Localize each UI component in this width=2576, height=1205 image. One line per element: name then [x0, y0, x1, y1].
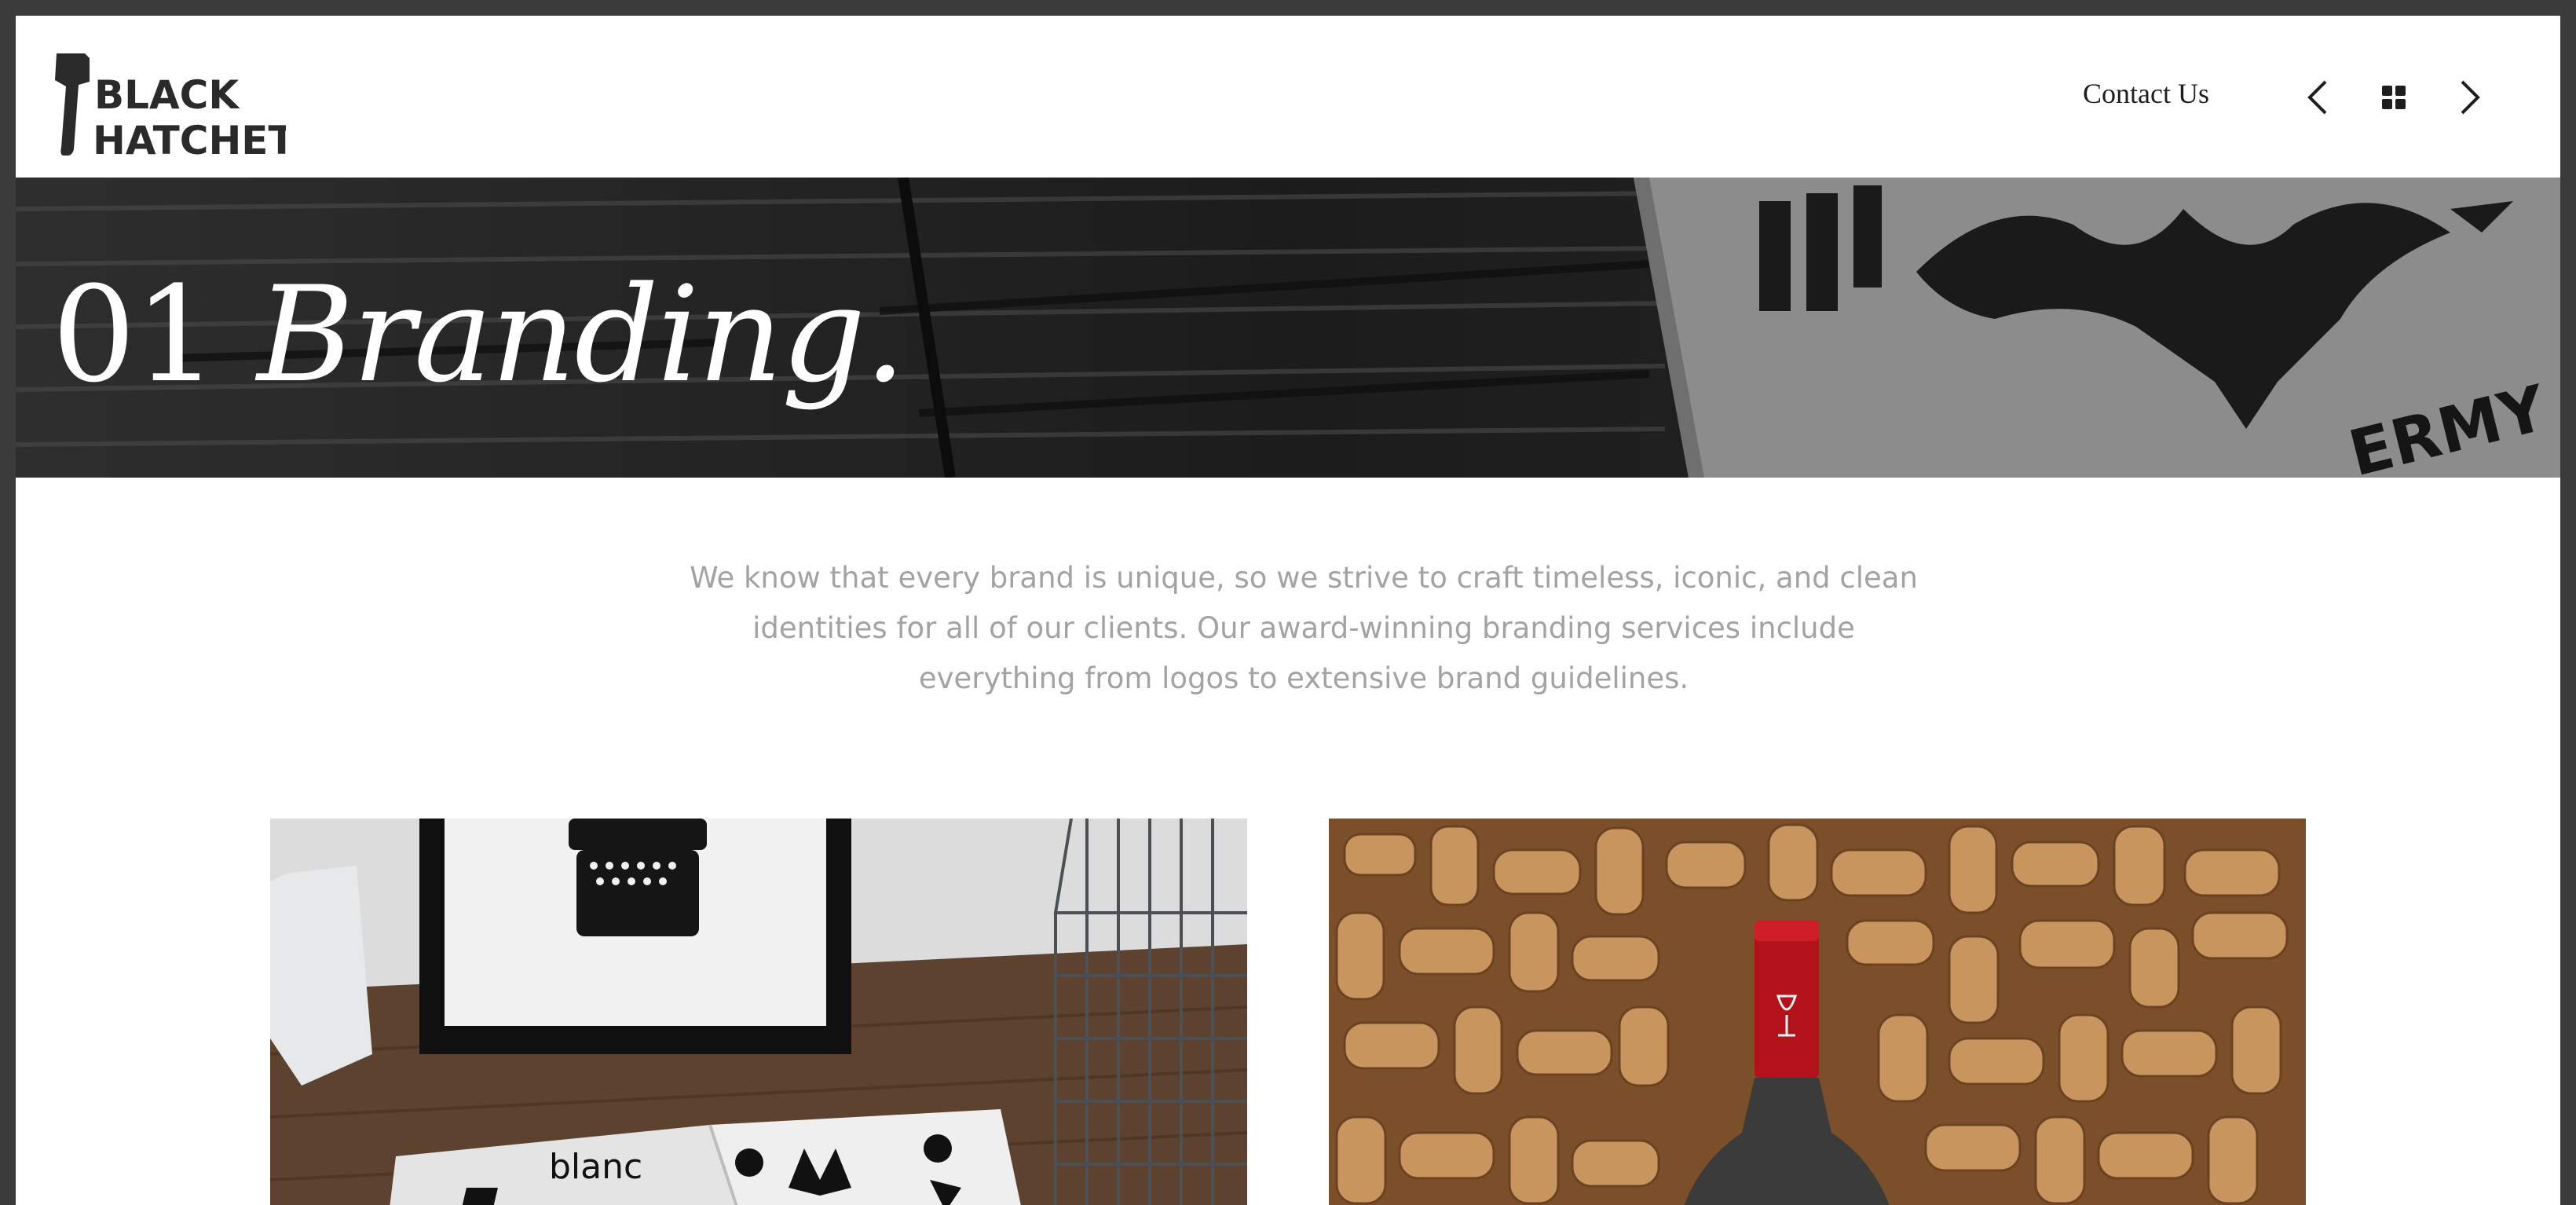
section-title: Branding. — [257, 258, 906, 412]
next-project-button[interactable] — [2447, 74, 2494, 121]
site-logo[interactable]: BLACK HATCHET — [50, 50, 295, 163]
project-thumbnail-logo-book[interactable]: blanc — [270, 819, 1247, 1205]
hero-banner: ERMY 01 Branding. — [16, 178, 2560, 478]
section-number: 01 — [52, 258, 218, 412]
chevron-right-icon — [2461, 80, 2480, 115]
project-thumbnail-wine[interactable] — [1329, 819, 2306, 1205]
all-projects-grid-button[interactable] — [2370, 74, 2417, 121]
contact-us-link[interactable]: Contact Us — [2083, 77, 2209, 110]
grid-icon — [2382, 86, 2406, 109]
wine-bottle-corks-image — [1329, 819, 2306, 1205]
book-logo-text: blanc — [549, 1147, 642, 1187]
hatchet-icon: BLACK HATCHET — [55, 53, 295, 163]
page-frame: BLACK HATCHET Contact Us ERMY 01 Brandin… — [16, 16, 2560, 1205]
site-header: BLACK HATCHET Contact Us — [16, 16, 2560, 178]
logo-text-line2: HATCHET — [93, 118, 286, 162]
logo-book-mockup-image: blanc — [270, 819, 1247, 1205]
chevron-left-icon — [2307, 80, 2327, 115]
page-title: 01 Branding. — [52, 269, 906, 401]
logo-text-line1: BLACK — [94, 72, 240, 118]
intro-paragraph: We know that every brand is unique, so w… — [690, 561, 1918, 695]
previous-project-button[interactable] — [2293, 74, 2340, 121]
